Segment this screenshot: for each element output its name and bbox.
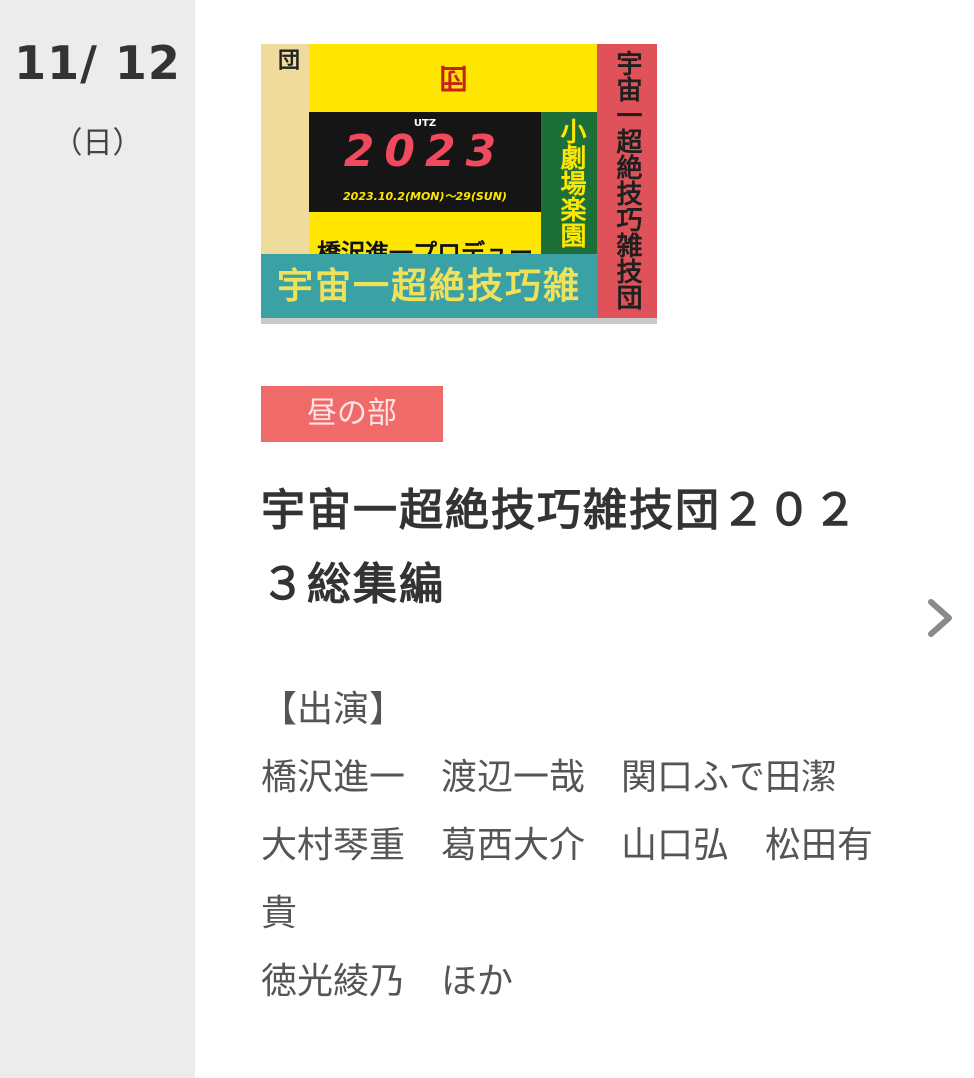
cast-section: 【出演】 橋沢進一 渡辺一哉 関口ふで田潔 大村琴重 葛西大介 山口弘 松田有貴… [261, 676, 891, 1016]
poster-right-panel: 宇宙一超絶技巧雑技団 [597, 44, 657, 324]
event-title[interactable]: 宇宙一超絶技巧雑技団２０２３総集編 [261, 474, 891, 622]
poster-left-panel: 宇宙一超絶技巧雑技団 [261, 44, 332, 254]
poster-venue: 小劇場楽園 [556, 118, 586, 248]
date-column: 11/ 12 （日） [0, 0, 195, 1078]
cast-line: 大村琴重 葛西大介 山口弘 松田有貴 [261, 825, 874, 934]
cast-heading: 【出演】 [261, 689, 406, 730]
event-card[interactable]: 宇宙一超絶技巧雑技団 宇宙一超絶技巧雑技団 宇宙一超絶技巧雑技団 UTZ 202… [195, 0, 974, 1078]
poster-right-text: 宇宙一超絶技巧雑技団 [612, 50, 642, 310]
poster-bottom-text: 宇宙一超絶技巧雑技団 [276, 265, 581, 307]
chevron-right-icon[interactable] [923, 596, 959, 640]
event-date: 11/ 12 [14, 36, 181, 90]
event-poster-image: 宇宙一超絶技巧雑技団 宇宙一超絶技巧雑技団 宇宙一超絶技巧雑技団 UTZ 202… [261, 44, 657, 324]
cast-line: 橋沢進一 渡辺一哉 関口ふで田潔 [261, 757, 838, 798]
cast-line: 徳光綾乃 ほか [261, 961, 514, 1002]
poster-bottom-panel: 宇宙一超絶技巧雑技団 [261, 254, 597, 318]
poster-dates: 2023.10.2(MON)〜29(SUN) [343, 190, 507, 203]
event-weekday: （日） [52, 126, 143, 161]
poster-center-panel: UTZ 2023 2023.10.2(MON)〜29(SUN) [309, 112, 541, 212]
session-badge: 昼の部 [261, 386, 443, 442]
poster-credits-strip [261, 318, 657, 324]
poster-top-panel: 宇宙一超絶技巧雑技団 [309, 44, 597, 163]
poster-year: 2023 [343, 126, 507, 177]
